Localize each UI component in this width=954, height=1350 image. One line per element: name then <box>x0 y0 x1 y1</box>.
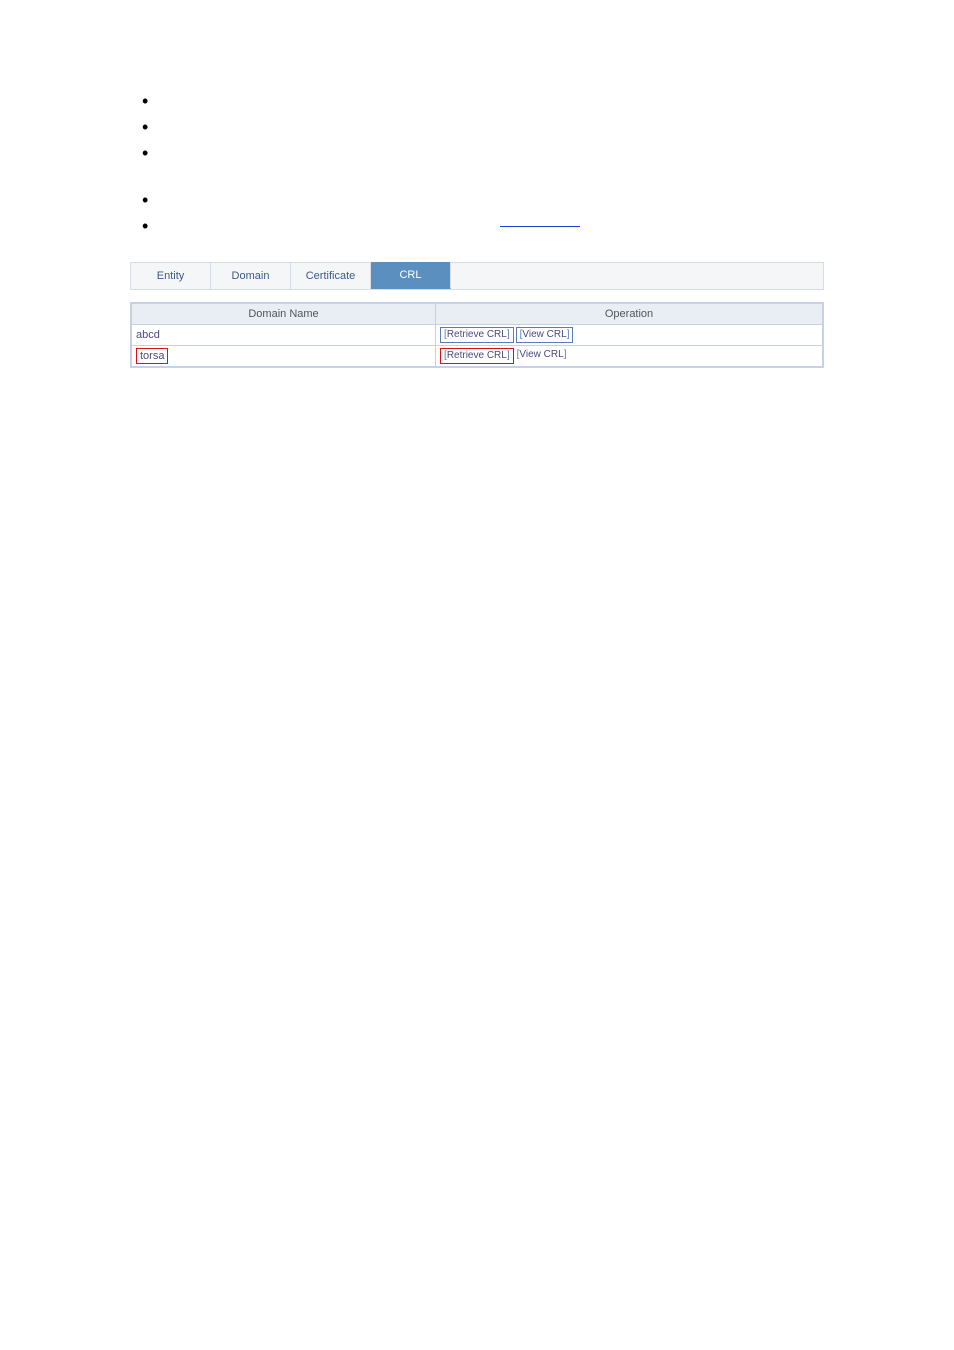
table-row: torsa Retrieve CRLView CRL <box>132 346 823 367</box>
link-underline[interactable] <box>500 226 580 227</box>
tab-crl[interactable]: CRL <box>371 262 451 289</box>
tab-certificate[interactable]: Certificate <box>291 263 371 289</box>
bullet-item <box>130 116 824 138</box>
view-crl-link[interactable]: View CRL <box>516 327 574 343</box>
retrieve-crl-link[interactable]: Retrieve CRL <box>440 327 514 343</box>
tab-domain[interactable]: Domain <box>211 263 291 289</box>
cell-domain-name: torsa <box>132 346 436 367</box>
retrieve-crl-link[interactable]: Retrieve CRL <box>440 348 514 364</box>
th-operation: Operation <box>436 304 823 325</box>
th-domain: Domain Name <box>132 304 436 325</box>
cell-operation: Retrieve CRLView CRL <box>436 325 823 346</box>
bullet-group-1 <box>130 90 824 164</box>
view-crl-link[interactable]: View CRL <box>516 348 568 364</box>
cell-domain-name: abcd <box>132 325 436 346</box>
domain-name-highlight: torsa <box>136 348 168 364</box>
bullet-group-2 <box>130 189 824 237</box>
bullet-item <box>130 215 824 237</box>
bullet-item <box>130 90 824 112</box>
crl-tab-figure: EntityDomainCertificateCRL Domain Name O… <box>130 262 824 368</box>
cell-operation: Retrieve CRLView CRL <box>436 346 823 367</box>
bullet-item <box>130 142 824 164</box>
bullet-item <box>130 189 824 211</box>
tab-entity[interactable]: Entity <box>131 263 211 289</box>
table-row: abcdRetrieve CRLView CRL <box>132 325 823 346</box>
